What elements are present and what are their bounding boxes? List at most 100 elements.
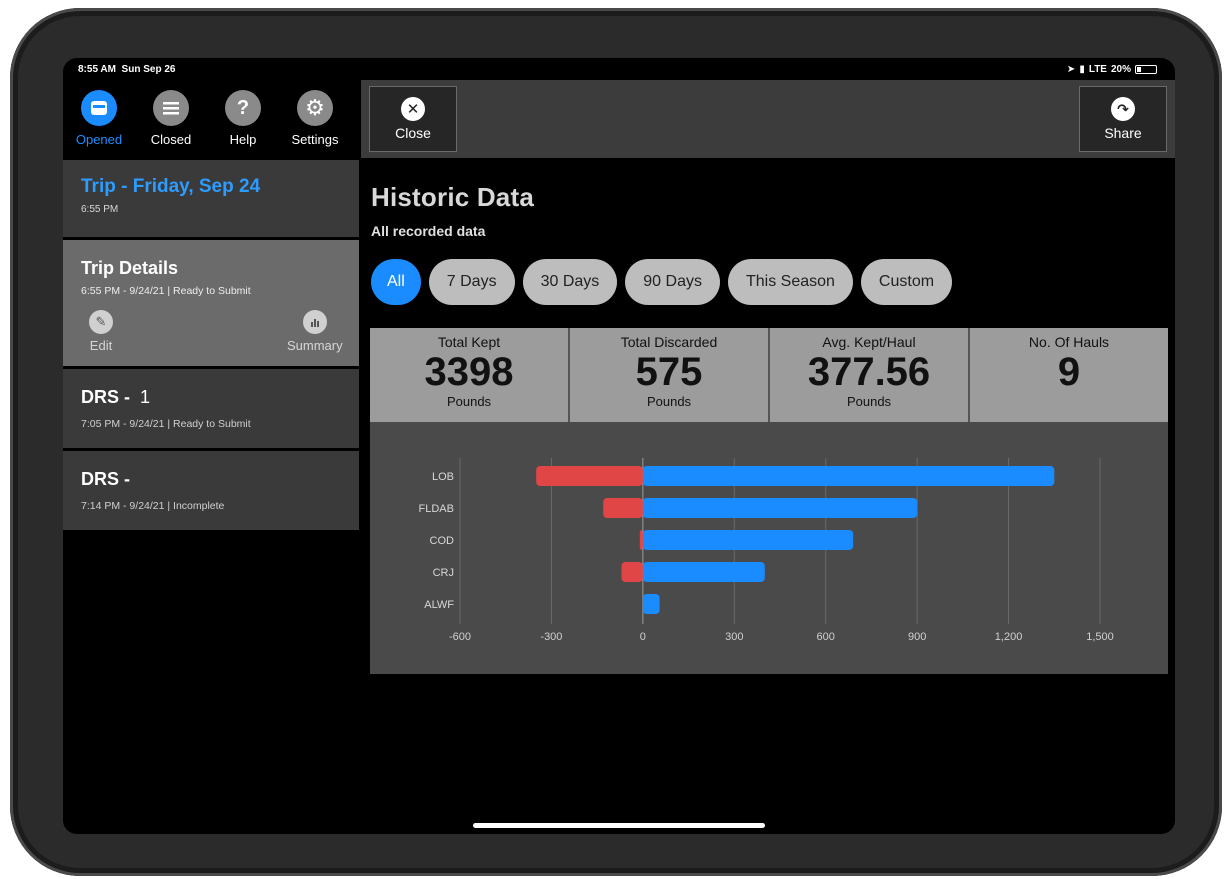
stat-value: 9 bbox=[1057, 350, 1081, 394]
x-tick-label: 900 bbox=[908, 631, 926, 643]
drs-prefix: DRS - bbox=[81, 387, 130, 407]
network-label: LTE bbox=[1088, 64, 1107, 75]
stat-value: 377.56 bbox=[807, 350, 931, 394]
trip-details-actions: ✎ Edit Summary bbox=[63, 310, 359, 360]
edit-button[interactable]: ✎ Edit bbox=[89, 310, 113, 353]
main-panel: ✕ Close ↷ Share Historic Data All record… bbox=[361, 80, 1175, 834]
status-time: 8:55 AM bbox=[78, 64, 116, 75]
sidebar-toolbar: Opened Closed ? Help ⚙ Settings bbox=[63, 80, 359, 158]
drs-subtitle: 7:14 PM - 9/24/21 | Incomplete bbox=[81, 500, 225, 512]
home-indicator[interactable] bbox=[473, 823, 765, 828]
share-icon: ↷ bbox=[1111, 97, 1135, 121]
drs-title: DRS - bbox=[81, 469, 341, 490]
discarded-bar bbox=[639, 530, 643, 550]
tab-opened-label: Opened bbox=[75, 132, 123, 147]
pencil-icon: ✎ bbox=[89, 310, 113, 334]
discarded-bar bbox=[603, 498, 643, 518]
summary-button[interactable]: Summary bbox=[287, 310, 343, 353]
trip-details-item[interactable]: Trip Details 6:55 PM - 9/24/21 | Ready t… bbox=[63, 240, 359, 367]
drs-title: DRS - 1 bbox=[81, 387, 341, 408]
kept-bar bbox=[642, 498, 918, 518]
drs-prefix: DRS - bbox=[81, 469, 130, 489]
drs-number: 1 bbox=[140, 387, 151, 407]
drs-item[interactable]: DRS - 1 7:05 PM - 9/24/21 | Ready to Sub… bbox=[63, 369, 359, 449]
stat-label: Avg. Kept/Haul bbox=[822, 334, 916, 350]
kept-bar bbox=[642, 594, 660, 614]
y-category-label: COD bbox=[430, 535, 455, 547]
y-category-label: ALWF bbox=[424, 599, 454, 611]
tab-help-label: Help bbox=[229, 132, 257, 147]
close-button[interactable]: ✕ Close bbox=[369, 86, 457, 152]
share-label: Share bbox=[1104, 125, 1142, 141]
page-subtitle: All recorded data bbox=[371, 223, 486, 239]
drs-item[interactable]: DRS - 7:14 PM - 9/24/21 | Incomplete bbox=[63, 451, 359, 531]
screen: 8:55 AM Sun Sep 26 ➤ ▮ LTE 20% Opened Cl… bbox=[63, 58, 1175, 834]
chart-svg: -600 -300 0 300 600 900 1,200 1,500 LOB FLDAB COD C… bbox=[419, 458, 1114, 643]
status-indicators: ➤ ▮ LTE 20% bbox=[1067, 64, 1157, 75]
filter-all[interactable]: All bbox=[371, 259, 421, 305]
location-icon: ➤ bbox=[1066, 64, 1076, 75]
close-label: Close bbox=[395, 125, 431, 141]
x-tick-label: 1,500 bbox=[1086, 631, 1114, 643]
y-category-label: CRJ bbox=[433, 567, 454, 579]
stat-label: Total Kept bbox=[437, 334, 501, 350]
trip-time: 6:55 PM bbox=[81, 204, 119, 215]
sidebar: Opened Closed ? Help ⚙ Settings Trip - F… bbox=[63, 80, 359, 834]
x-tick-label: 300 bbox=[725, 631, 743, 643]
share-button[interactable]: ↷ Share bbox=[1079, 86, 1167, 152]
stat-value: 575 bbox=[635, 350, 703, 394]
drs-subtitle: 7:05 PM - 9/24/21 | Ready to Submit bbox=[81, 418, 251, 430]
tab-help[interactable]: ? Help bbox=[207, 80, 279, 158]
battery-level bbox=[1137, 67, 1141, 72]
status-date: Sun Sep 26 bbox=[121, 64, 176, 75]
x-tick-label: 0 bbox=[640, 631, 646, 643]
kept-bar bbox=[642, 466, 1055, 486]
tab-settings-label: Settings bbox=[291, 132, 339, 147]
list-icon bbox=[153, 90, 189, 126]
kept-bar bbox=[642, 562, 765, 582]
filter-7-days[interactable]: 7 Days bbox=[428, 259, 515, 305]
status-bar: 8:55 AM Sun Sep 26 ➤ ▮ LTE 20% bbox=[63, 58, 1175, 80]
x-tick-label: -600 bbox=[449, 631, 471, 643]
stat-value: 3398 bbox=[424, 350, 514, 394]
stat-label: No. Of Hauls bbox=[1028, 334, 1110, 350]
filter-this-season[interactable]: This Season bbox=[727, 259, 853, 305]
trip-details-subtitle: 6:55 PM - 9/24/21 | Ready to Submit bbox=[81, 285, 251, 297]
main-toolbar: ✕ Close ↷ Share bbox=[361, 80, 1175, 158]
inbox-icon bbox=[81, 90, 117, 126]
filter-custom[interactable]: Custom bbox=[860, 259, 953, 305]
battery-icon bbox=[1135, 65, 1157, 74]
stat-avg-kept-per-haul: Avg. Kept/Haul 377.56 Pounds bbox=[770, 328, 970, 422]
stat-unit: Pounds bbox=[646, 394, 692, 409]
summary-label: Summary bbox=[287, 338, 343, 353]
battery-percent: 20% bbox=[1110, 64, 1131, 75]
discarded-bar bbox=[536, 466, 643, 486]
kept-bar bbox=[642, 530, 854, 550]
x-tick-label: 1,200 bbox=[995, 631, 1023, 643]
trip-header[interactable]: Trip - Friday, Sep 24 6:55 PM bbox=[63, 160, 359, 238]
tab-settings[interactable]: ⚙ Settings bbox=[279, 80, 351, 158]
stat-label: Total Discarded bbox=[620, 334, 718, 350]
stat-number-of-hauls: No. Of Hauls 9 bbox=[970, 328, 1168, 422]
stat-unit: Pounds bbox=[446, 394, 492, 409]
stat-unit: Pounds bbox=[846, 394, 892, 409]
tab-closed-label: Closed bbox=[150, 132, 192, 147]
chart-icon bbox=[302, 310, 327, 334]
edit-label: Edit bbox=[89, 338, 113, 353]
filter-30-days[interactable]: 30 Days bbox=[522, 259, 618, 305]
y-category-label: LOB bbox=[432, 471, 454, 483]
help-icon: ? bbox=[225, 90, 261, 126]
trip-title: Trip - Friday, Sep 24 bbox=[81, 176, 261, 197]
stat-total-discarded: Total Discarded 575 Pounds bbox=[570, 328, 770, 422]
tab-closed[interactable]: Closed bbox=[135, 80, 207, 158]
x-tick-label: 600 bbox=[817, 631, 835, 643]
trip-details-title: Trip Details bbox=[81, 258, 179, 278]
page-title: Historic Data bbox=[371, 182, 534, 212]
signal-icon: ▮ bbox=[1079, 64, 1085, 75]
filter-90-days[interactable]: 90 Days bbox=[625, 259, 720, 305]
x-tick-label: -300 bbox=[540, 631, 562, 643]
stat-total-kept: Total Kept 3398 Pounds bbox=[370, 328, 570, 422]
y-category-label: FLDAB bbox=[419, 503, 454, 515]
status-time-date: 8:55 AM Sun Sep 26 bbox=[78, 64, 175, 75]
tab-opened[interactable]: Opened bbox=[63, 80, 135, 158]
